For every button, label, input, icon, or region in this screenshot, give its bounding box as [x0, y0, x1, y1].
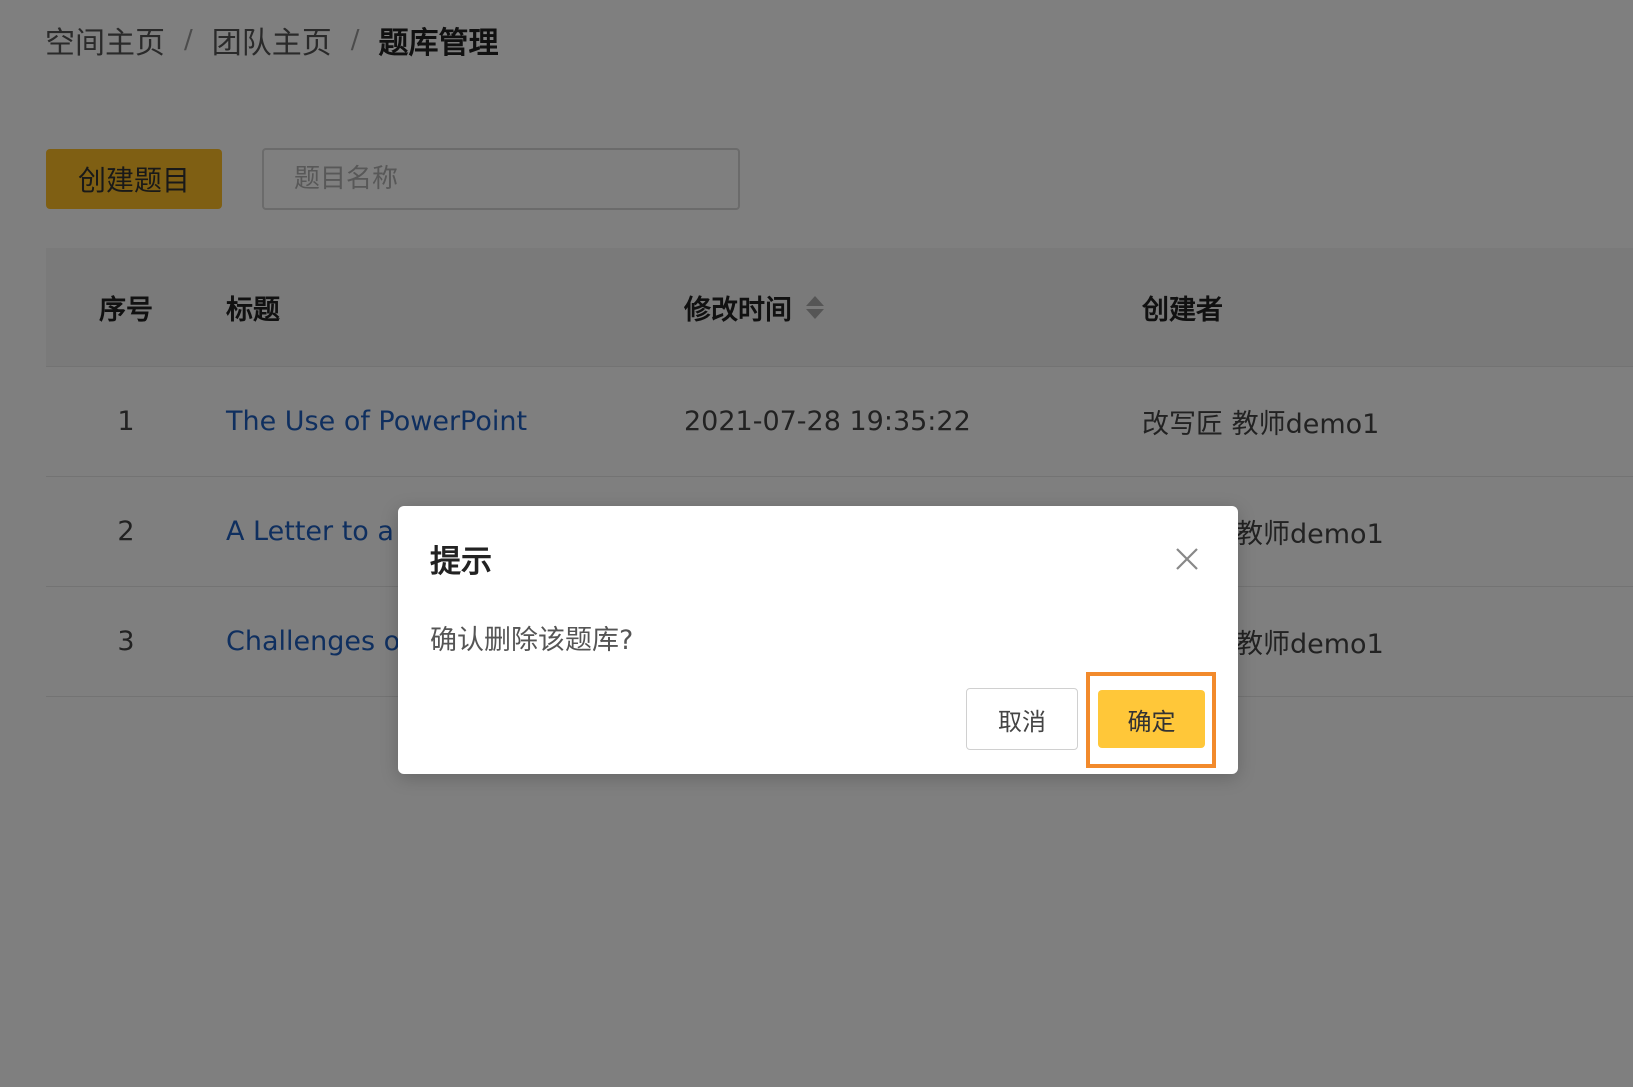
close-icon [1176, 548, 1198, 570]
dialog-title: 提示 [430, 544, 492, 580]
dialog-message: 确认删除该题库? [430, 625, 634, 656]
confirm-dialog: 提示 确认删除该题库? 取消 确定 [398, 506, 1238, 774]
cancel-button[interactable]: 取消 [966, 688, 1078, 750]
confirm-button[interactable]: 确定 [1098, 690, 1205, 748]
close-button[interactable] [1170, 542, 1204, 576]
